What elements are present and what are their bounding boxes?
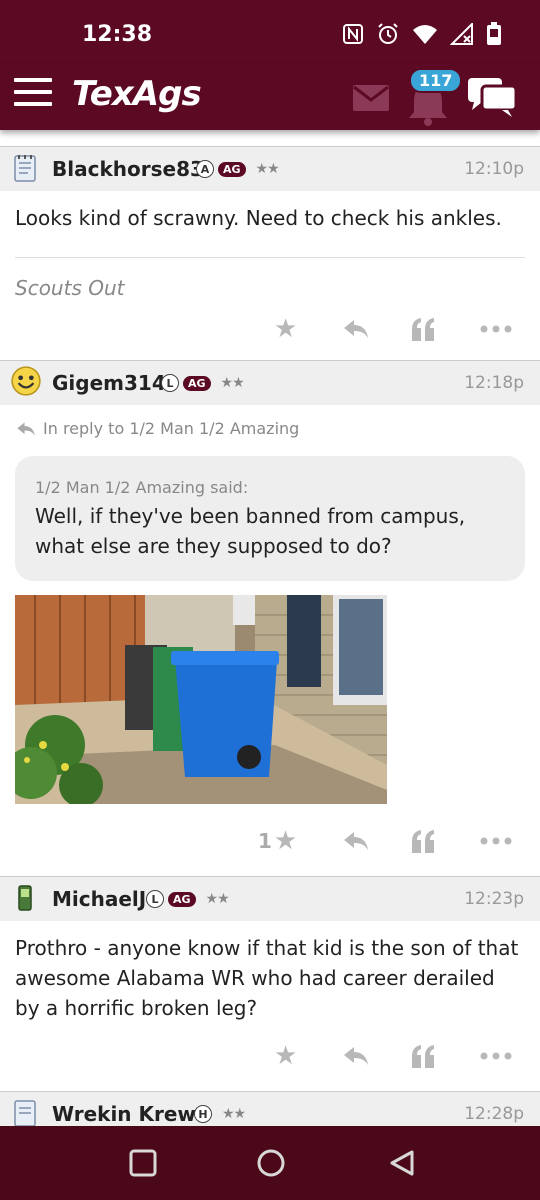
quote-button[interactable]: [410, 1041, 436, 1071]
member-letter-badge: H: [194, 1105, 212, 1123]
post: MichaelJ L AG ★★ 12:23p Prothro - anyone…: [0, 876, 540, 1091]
star-icon: ★: [274, 314, 298, 344]
post-username[interactable]: Gigem314: [52, 371, 166, 395]
user-badges: A AG ★★: [196, 160, 280, 178]
post-username[interactable]: Blackhorse83: [52, 157, 204, 181]
rank-stars: ★★: [255, 161, 280, 177]
user-badges: H ★★: [194, 1105, 246, 1123]
avatar-notepad-icon: [14, 1100, 36, 1127]
quote-block: 1/2 Man 1/2 Amazing said: Well, if they'…: [15, 456, 525, 581]
ag-badge: AG: [183, 375, 211, 391]
quote-text: Well, if they've been banned from campus…: [35, 504, 466, 558]
post-header: Gigem314 L AG ★★ 12:18p: [0, 361, 540, 405]
more-icon: [480, 1052, 512, 1060]
notification-count-badge: 117: [409, 68, 463, 93]
post-time: 12:28p: [464, 1104, 524, 1124]
reply-context-link[interactable]: In reply to 1/2 Man 1/2 Amazing: [0, 405, 540, 438]
quote-icon: [412, 318, 434, 341]
reply-button[interactable]: [342, 826, 370, 856]
post-actions: ★: [0, 300, 540, 360]
post-body: Prothro - anyone know if that kid is the…: [15, 936, 519, 1020]
post-actions: ★: [0, 1023, 540, 1091]
avatar-phone-icon: [18, 885, 32, 911]
rank-stars: ★★: [205, 891, 230, 907]
reply-icon: [344, 832, 368, 850]
nfc-icon: [343, 24, 363, 44]
more-icon: [480, 325, 512, 333]
home-icon[interactable]: [256, 1148, 286, 1178]
notifications-button[interactable]: 117: [405, 68, 463, 126]
quote-button[interactable]: [410, 826, 436, 856]
star-icon: ★: [273, 826, 298, 856]
brand-logo[interactable]: TexAgs: [72, 74, 202, 114]
status-time: 12:38: [82, 22, 153, 47]
quote-icon: [412, 1045, 434, 1068]
status-bar: 12:38: [0, 0, 540, 64]
status-icons: [342, 22, 502, 46]
post-time: 12:23p: [464, 889, 524, 909]
rank-stars: ★★: [220, 375, 245, 391]
reply-button[interactable]: [342, 314, 370, 344]
signal-icon: [450, 23, 473, 45]
app-header: TexAgs 117: [0, 64, 540, 130]
star-icon: ★: [274, 1041, 298, 1071]
more-icon: [480, 837, 512, 845]
post: Blackhorse83 A AG ★★ 12:10p Looks kind o…: [0, 146, 540, 360]
wifi-icon: [413, 25, 437, 44]
back-icon[interactable]: [388, 1148, 418, 1178]
reply-button[interactable]: [342, 1041, 370, 1071]
member-letter-badge: A: [196, 160, 214, 178]
quote-author: 1/2 Man 1/2 Amazing said:: [35, 478, 249, 497]
reply-context-text: In reply to 1/2 Man 1/2 Amazing: [43, 419, 300, 438]
avatar-notepad-icon: [14, 155, 36, 182]
thread-content: Blackhorse83 A AG ★★ 12:10p Looks kind o…: [0, 146, 540, 1136]
alarm-icon: [378, 23, 398, 44]
reply-icon: [344, 320, 368, 338]
ag-badge: AG: [168, 891, 196, 907]
user-badges: L AG ★★: [161, 374, 245, 392]
system-navigation-bar: [0, 1126, 540, 1200]
menu-icon[interactable]: [14, 78, 52, 108]
post-body: Looks kind of scrawny. Need to check his…: [15, 206, 502, 230]
reply-icon: [344, 1047, 368, 1065]
chat-icon[interactable]: [466, 76, 518, 118]
ag-badge: AG: [218, 161, 246, 177]
post-time: 12:18p: [464, 373, 524, 393]
recents-icon[interactable]: [128, 1148, 158, 1178]
member-letter-badge: L: [146, 890, 164, 908]
more-options-button[interactable]: [480, 314, 512, 344]
like-button[interactable]: ★: [274, 314, 297, 344]
post-actions: 1 ★: [0, 804, 540, 876]
reply-icon: [17, 421, 35, 436]
post-header: Blackhorse83 A AG ★★ 12:10p: [0, 147, 540, 191]
quote-icon: [412, 830, 434, 853]
post-signature: Scouts Out: [15, 257, 525, 300]
more-options-button[interactable]: [480, 1041, 512, 1071]
post-time: 12:10p: [464, 159, 524, 179]
post: Gigem314 L AG ★★ 12:18p In reply to 1/2 …: [0, 360, 540, 876]
trash-cans-photo: [15, 595, 387, 804]
avatar-smiley-icon: [11, 366, 41, 396]
rank-stars: ★★: [222, 1106, 246, 1122]
user-badges: L AG ★★: [146, 890, 230, 908]
post-image[interactable]: [15, 595, 387, 804]
battery-icon: [487, 22, 501, 45]
more-options-button[interactable]: [480, 826, 512, 856]
like-button[interactable]: ★: [274, 1041, 297, 1071]
like-count: 1: [258, 829, 272, 853]
post-header: MichaelJ L AG ★★ 12:23p: [0, 877, 540, 921]
post-username[interactable]: Wrekin Krew: [52, 1102, 196, 1126]
like-button[interactable]: 1 ★: [258, 826, 297, 856]
quote-button[interactable]: [410, 314, 436, 344]
mail-icon[interactable]: [352, 84, 390, 112]
member-letter-badge: L: [161, 374, 179, 392]
post-username[interactable]: MichaelJ: [52, 887, 146, 911]
